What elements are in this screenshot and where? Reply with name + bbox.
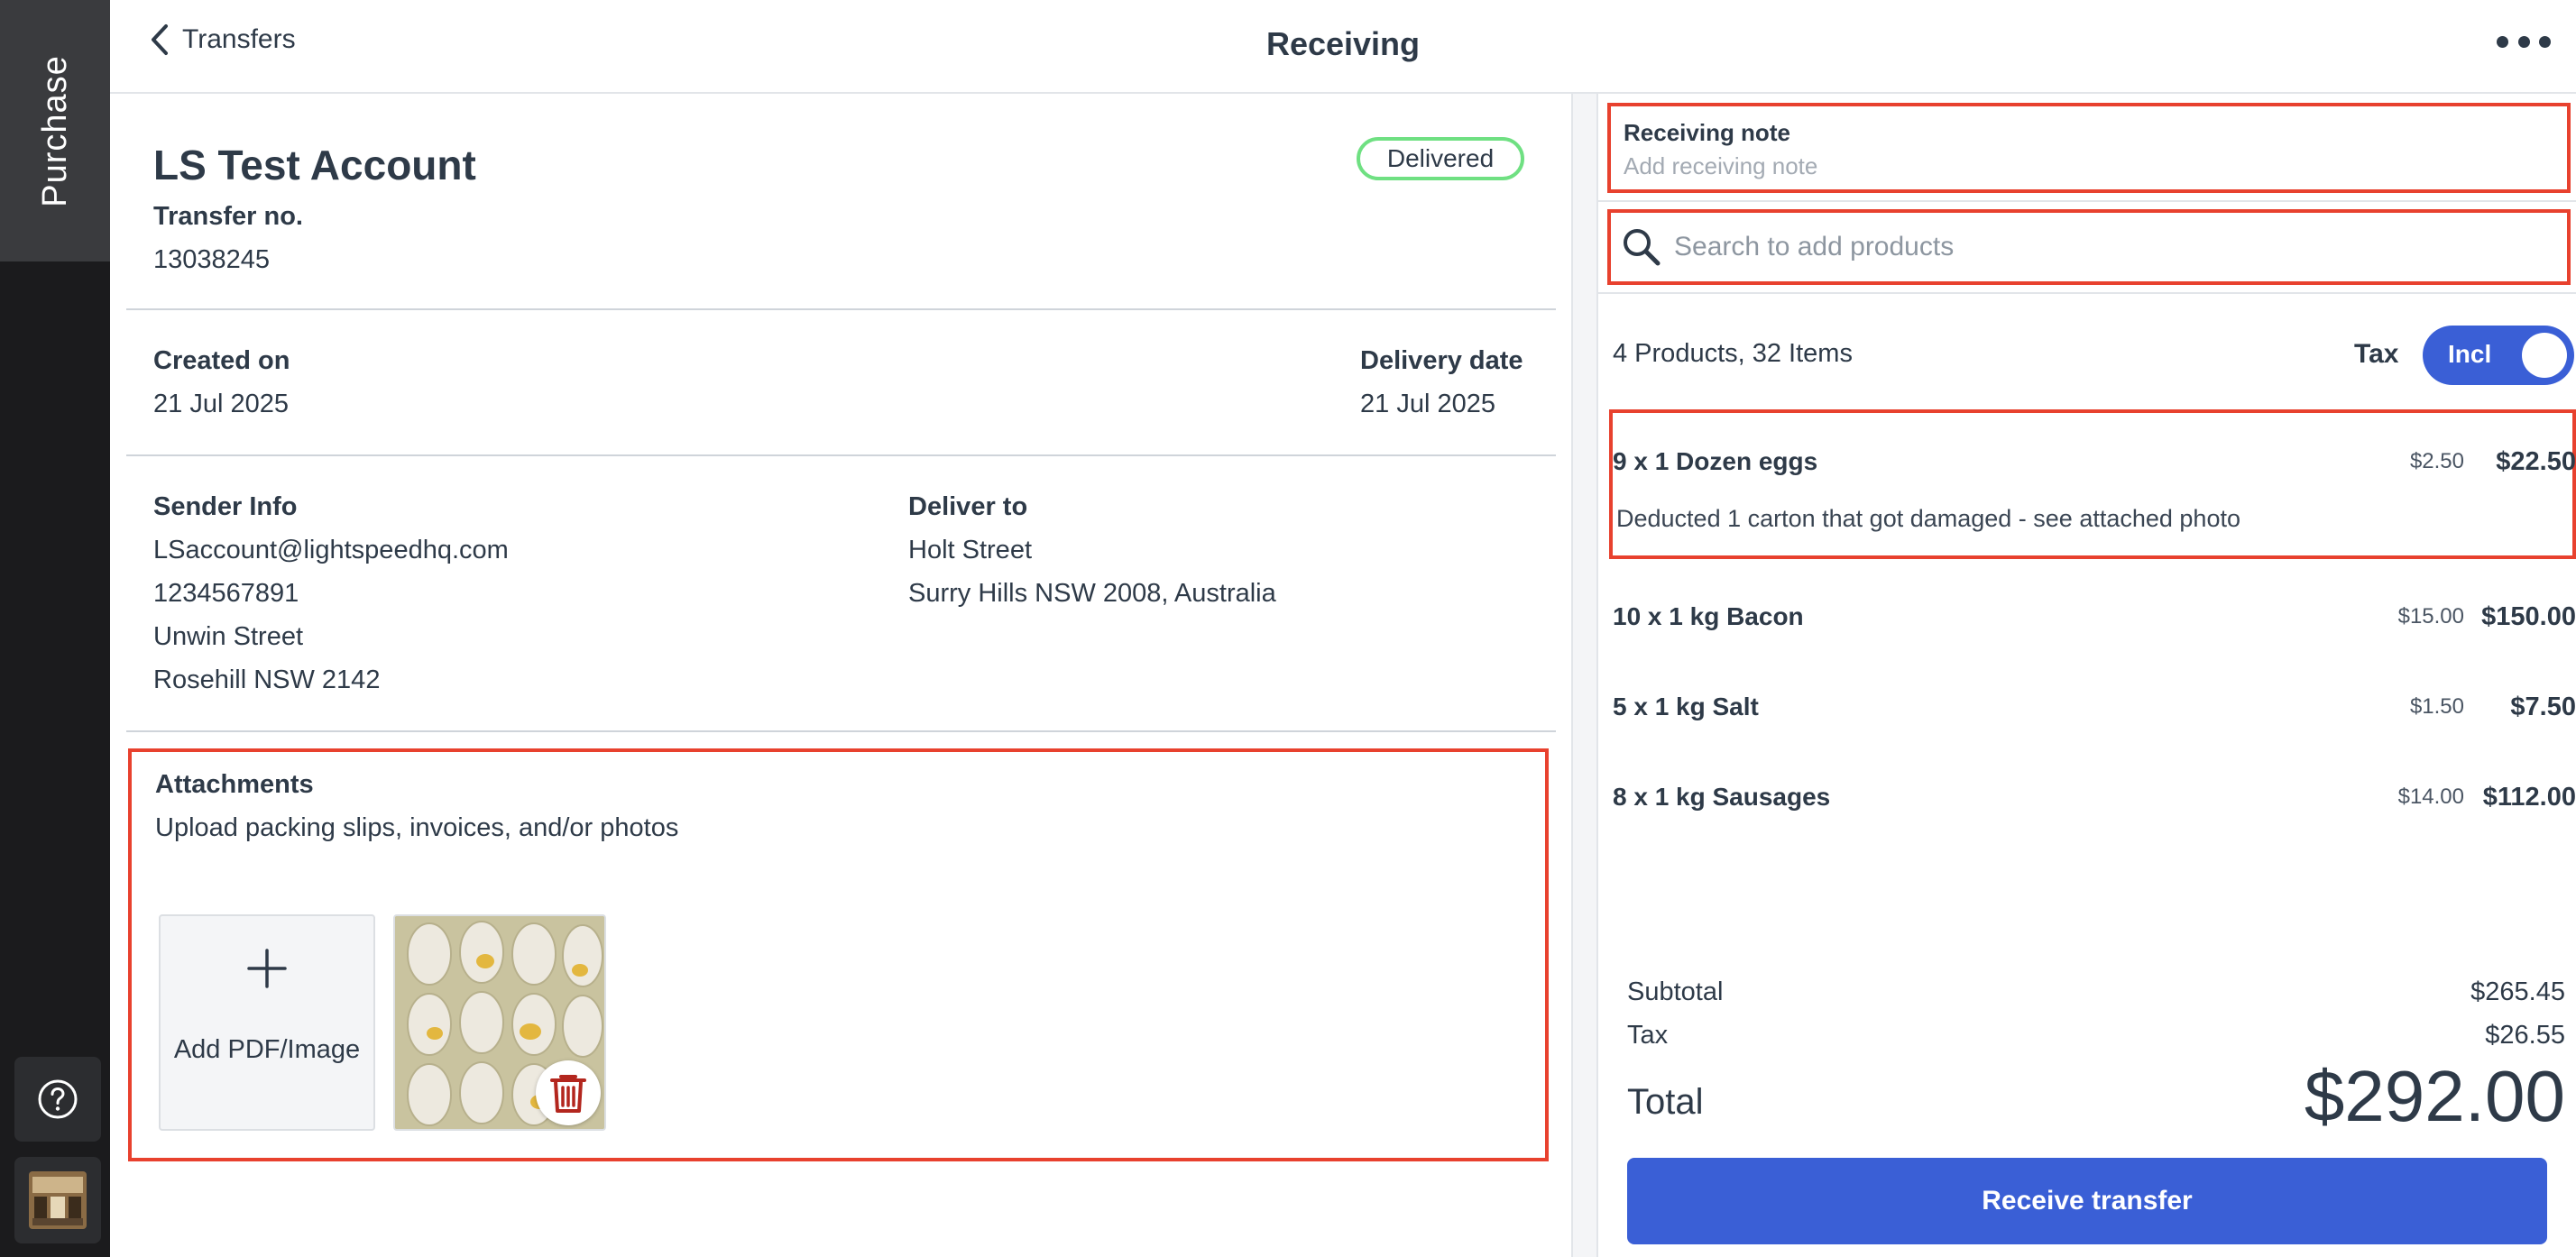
help-button[interactable] bbox=[14, 1057, 101, 1142]
sender-email: LSaccount@lightspeedhq.com bbox=[153, 536, 509, 564]
created-on-value: 21 Jul 2025 bbox=[153, 390, 289, 418]
tax-value: $26.55 bbox=[2485, 1021, 2565, 1050]
attachment-thumbnail[interactable] bbox=[393, 914, 606, 1131]
transfer-no-value: 13038245 bbox=[153, 245, 271, 274]
more-options-button[interactable] bbox=[2497, 23, 2551, 60]
divider bbox=[126, 454, 1556, 456]
tax-toggle-label: Tax bbox=[2354, 339, 2399, 369]
top-header: Transfers Receiving bbox=[110, 0, 2576, 94]
line-item-name: 8 x 1 kg Sausages bbox=[1613, 783, 1831, 811]
tax-inclusive-toggle[interactable]: Incl bbox=[2423, 326, 2574, 385]
line-item-unit-price: $1.50 bbox=[2409, 694, 2464, 719]
line-item[interactable]: 5 x 1 kg Salt $1.50 $7.50 bbox=[1598, 682, 2576, 736]
attachments-label: Attachments bbox=[155, 770, 314, 799]
delivery-date-label: Delivery date bbox=[1360, 346, 1523, 375]
line-item-name: 10 x 1 kg Bacon bbox=[1613, 602, 1804, 630]
purchase-tab[interactable]: Purchase bbox=[0, 0, 110, 261]
subtotal-row: Subtotal $265.45 bbox=[1627, 977, 2565, 1007]
attachments-description: Upload packing slips, invoices, and/or p… bbox=[155, 813, 679, 842]
receive-transfer-button[interactable]: Receive transfer bbox=[1627, 1158, 2547, 1244]
line-item-name: 5 x 1 kg Salt bbox=[1613, 693, 1759, 720]
question-circle-icon bbox=[38, 1079, 78, 1119]
line-item-total: $7.50 bbox=[2510, 693, 2576, 721]
line-item[interactable]: 10 x 1 kg Bacon $15.00 $150.00 bbox=[1598, 592, 2576, 646]
trash-icon bbox=[550, 1075, 586, 1113]
left-rail: Purchase bbox=[0, 0, 110, 1257]
account-name: LS Test Account bbox=[153, 142, 476, 188]
delete-attachment-button[interactable] bbox=[536, 1060, 601, 1125]
subtotal-value: $265.45 bbox=[2470, 977, 2565, 1006]
attachments-section: Attachments Upload packing slips, invoic… bbox=[128, 748, 1549, 1161]
deliver-to-label: Deliver to bbox=[908, 492, 1028, 521]
product-search bbox=[1607, 209, 2571, 285]
receiving-note-input[interactable] bbox=[1624, 152, 2525, 180]
sender-phone: 1234567891 bbox=[153, 579, 299, 608]
tax-label: Tax bbox=[1627, 1021, 1669, 1050]
deliver-to-street: Holt Street bbox=[908, 536, 1032, 564]
transfer-no-label: Transfer no. bbox=[153, 202, 303, 231]
line-item-total: $22.50 bbox=[2496, 447, 2576, 476]
page-title: Receiving bbox=[1265, 25, 1421, 62]
divider bbox=[1598, 292, 2576, 294]
toggle-state-label: Incl bbox=[2448, 340, 2492, 368]
line-item-total: $112.00 bbox=[2482, 783, 2576, 812]
total-value: $292.00 bbox=[2304, 1056, 2565, 1136]
panel-separator bbox=[1571, 94, 1598, 1257]
app-root: Purchase Transfers Receiving LS Test Acc… bbox=[0, 0, 2576, 1257]
line-item-unit-price: $15.00 bbox=[2397, 604, 2464, 628]
add-attachment-button[interactable]: Add PDF/Image bbox=[159, 914, 375, 1131]
search-icon bbox=[1624, 229, 1661, 266]
subtotal-label: Subtotal bbox=[1627, 977, 1724, 1006]
total-label: Total bbox=[1627, 1082, 1704, 1122]
delivery-date-value: 21 Jul 2025 bbox=[1360, 390, 1495, 418]
line-item-total: $150.00 bbox=[2481, 602, 2576, 631]
add-attachment-label: Add PDF/Image bbox=[173, 1035, 361, 1064]
divider bbox=[126, 308, 1556, 310]
sender-street: Unwin Street bbox=[153, 622, 304, 651]
toggle-knob bbox=[2522, 333, 2567, 378]
line-item-name: 9 x 1 Dozen eggs bbox=[1613, 447, 1818, 475]
search-input[interactable] bbox=[1674, 232, 2558, 262]
line-item-unit-price: $2.50 bbox=[2409, 449, 2464, 473]
receiving-note-label: Receiving note bbox=[1624, 119, 1790, 146]
line-item-note: Deducted 1 carton that got damaged - see… bbox=[1616, 505, 2240, 532]
created-on-label: Created on bbox=[153, 346, 290, 375]
line-item[interactable]: 8 x 1 kg Sausages $14.00 $112.00 bbox=[1598, 772, 2576, 826]
store-thumbnail-icon bbox=[29, 1171, 87, 1229]
status-badge: Delivered bbox=[1357, 137, 1524, 180]
tax-row: Tax $26.55 bbox=[1627, 1021, 2565, 1051]
sender-info-label: Sender Info bbox=[153, 492, 298, 521]
more-horizontal-icon bbox=[2497, 35, 2508, 48]
products-summary: 4 Products, 32 Items bbox=[1613, 339, 1853, 368]
divider bbox=[1598, 200, 2576, 202]
line-item-unit-price: $14.00 bbox=[2397, 784, 2464, 809]
total-row: Total $292.00 bbox=[1627, 1055, 2565, 1136]
receiving-note-section: Receiving note bbox=[1607, 103, 2571, 193]
deliver-to-suburb: Surry Hills NSW 2008, Australia bbox=[908, 579, 1276, 608]
transfer-details-panel: LS Test Account Delivered Transfer no. 1… bbox=[110, 94, 1571, 1257]
purchase-tab-label: Purchase bbox=[35, 54, 74, 207]
receiving-panel: Receiving note 4 Products, 32 Items Tax … bbox=[1598, 94, 2576, 1257]
plus-icon bbox=[247, 949, 287, 988]
sender-suburb: Rosehill NSW 2142 bbox=[153, 665, 381, 694]
line-item[interactable]: 9 x 1 Dozen eggs $2.50 $22.50 Deducted 1… bbox=[1598, 436, 2576, 532]
divider bbox=[126, 730, 1556, 732]
store-thumbnail-button[interactable] bbox=[14, 1157, 101, 1243]
